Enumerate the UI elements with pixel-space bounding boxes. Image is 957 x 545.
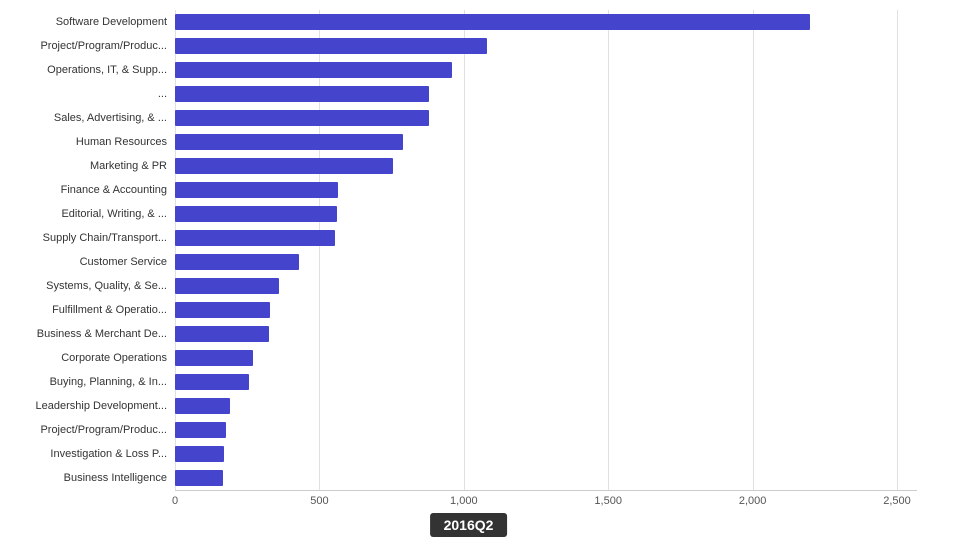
bar-row: Human Resources [0, 130, 937, 154]
x-tick: 500 [310, 495, 328, 507]
bar-track [175, 202, 937, 226]
bar-fill [175, 326, 269, 342]
bar-row: Marketing & PR [0, 154, 937, 178]
bar-fill [175, 134, 403, 150]
bar-label: Investigation & Loss P... [0, 448, 175, 460]
bar-track [175, 442, 937, 466]
bar-track [175, 418, 937, 442]
bar-row: Leadership Development... [0, 394, 937, 418]
quarter-label: 2016Q2 [430, 513, 508, 537]
bar-track [175, 130, 937, 154]
bar-row: Project/Program/Produc... [0, 418, 937, 442]
bar-track [175, 394, 937, 418]
bar-fill [175, 86, 429, 102]
bar-track [175, 10, 937, 34]
bar-track [175, 466, 937, 490]
bar-track [175, 346, 937, 370]
bar-row: Operations, IT, & Supp... [0, 58, 937, 82]
bar-row: ... [0, 82, 937, 106]
chart-container: Software Development Project/Program/Prod… [0, 0, 957, 535]
bar-row: Corporate Operations [0, 346, 937, 370]
bar-label: Systems, Quality, & Se... [0, 280, 175, 292]
bar-track [175, 106, 937, 130]
bar-fill [175, 278, 279, 294]
bar-row: Systems, Quality, & Se... [0, 274, 937, 298]
bar-track [175, 298, 937, 322]
bar-row: Buying, Planning, & In... [0, 370, 937, 394]
x-tick: 0 [172, 495, 178, 507]
x-axis: 0 500 1,000 1,500 2,000 2,500 [175, 490, 917, 510]
bar-track [175, 370, 937, 394]
bar-fill [175, 206, 337, 222]
bar-fill [175, 302, 270, 318]
bar-label: ... [0, 88, 175, 100]
x-tick: 2,000 [739, 495, 767, 507]
bar-label: Marketing & PR [0, 160, 175, 172]
x-tick: 1,000 [450, 495, 478, 507]
bar-label: Software Development [0, 16, 175, 28]
bar-fill [175, 422, 226, 438]
bar-track [175, 250, 937, 274]
bar-row: Investigation & Loss P... [0, 442, 937, 466]
bar-label: Project/Program/Produc... [0, 40, 175, 52]
bar-label: Buying, Planning, & In... [0, 376, 175, 388]
bar-row: Fulfillment & Operatio... [0, 298, 937, 322]
bar-fill [175, 446, 224, 462]
footer-area: 0 500 1,000 1,500 2,000 2,500 2016Q2 [0, 490, 937, 545]
bar-row: Editorial, Writing, & ... [0, 202, 937, 226]
bar-label: Business Intelligence [0, 472, 175, 484]
bar-fill [175, 182, 338, 198]
bar-fill [175, 110, 429, 126]
bar-label: Corporate Operations [0, 352, 175, 364]
bar-track [175, 34, 937, 58]
bar-track [175, 154, 937, 178]
bar-track [175, 274, 937, 298]
bar-fill [175, 38, 487, 54]
bar-label: Customer Service [0, 256, 175, 268]
bar-row: Finance & Accounting [0, 178, 937, 202]
bar-label: Project/Program/Produc... [0, 424, 175, 436]
bar-fill [175, 350, 253, 366]
bar-label: Leadership Development... [0, 400, 175, 412]
bar-row: Project/Program/Produc... [0, 34, 937, 58]
bar-fill [175, 470, 223, 486]
bar-fill [175, 398, 230, 414]
bar-fill [175, 14, 810, 30]
bar-row: Business & Merchant De... [0, 322, 937, 346]
bar-fill [175, 374, 249, 390]
bar-fill [175, 62, 452, 78]
bar-label: Operations, IT, & Supp... [0, 64, 175, 76]
bar-label: Sales, Advertising, & ... [0, 112, 175, 124]
bar-track [175, 82, 937, 106]
bar-label: Editorial, Writing, & ... [0, 208, 175, 220]
bar-fill [175, 158, 393, 174]
chart-area: Software Development Project/Program/Prod… [0, 10, 937, 490]
bar-track [175, 226, 937, 250]
x-tick: 1,500 [594, 495, 622, 507]
bar-label: Fulfillment & Operatio... [0, 304, 175, 316]
bar-row: Supply Chain/Transport... [0, 226, 937, 250]
bar-label: Finance & Accounting [0, 184, 175, 196]
bar-fill [175, 230, 335, 246]
bar-row: Sales, Advertising, & ... [0, 106, 937, 130]
bar-track [175, 178, 937, 202]
bar-track [175, 322, 937, 346]
bar-track [175, 58, 937, 82]
bar-row: Customer Service [0, 250, 937, 274]
x-tick: 2,500 [883, 495, 911, 507]
bar-fill [175, 254, 299, 270]
bar-row: Business Intelligence [0, 466, 937, 490]
bar-row: Software Development [0, 10, 937, 34]
bar-label: Supply Chain/Transport... [0, 232, 175, 244]
bar-label: Business & Merchant De... [0, 328, 175, 340]
bar-label: Human Resources [0, 136, 175, 148]
